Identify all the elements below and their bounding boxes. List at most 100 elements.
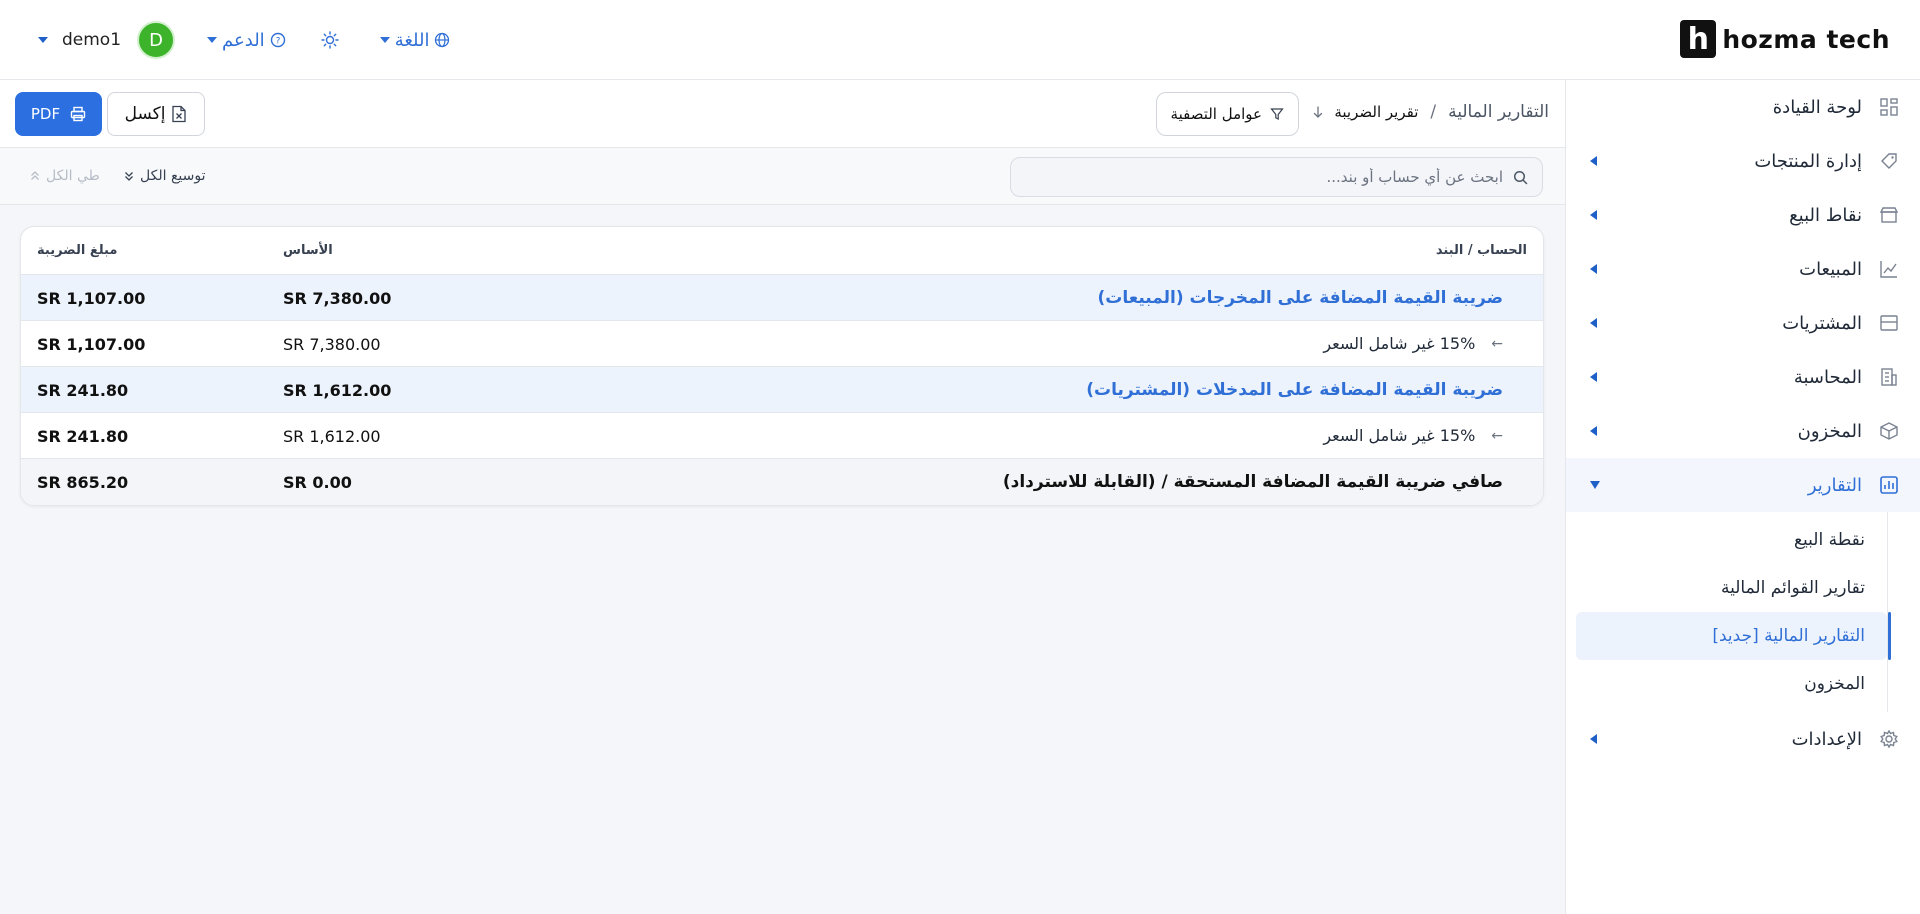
printer-icon (70, 106, 86, 122)
table-row[interactable]: ← 15% غير شامل السعر SR 1,612.00 SR 241.… (21, 413, 1543, 459)
breadcrumb-current: تقرير الضريبة (1334, 103, 1419, 121)
logo-text: hozma tech (1722, 24, 1890, 54)
chart-line-icon (1878, 258, 1900, 280)
sidebar-item-label: الإعدادات (1791, 728, 1862, 750)
cell-tax: SR 241.80 (37, 381, 129, 400)
main-content: التقارير المالية / تقرير الضريبة عوامل ا… (0, 80, 1565, 914)
help-icon: ? (270, 32, 285, 48)
sidebar-item-inventory[interactable]: المخزون (1566, 404, 1920, 458)
sidebar-item-label: المشتريات (1782, 312, 1862, 334)
arrow-left-icon: ← (1491, 427, 1503, 444)
sidebar-item-label: المبيعات (1799, 258, 1862, 280)
search-row: توسيع الكل طي الكل (0, 148, 1565, 205)
inbox-icon (1878, 312, 1900, 334)
filters-button[interactable]: عوامل التصفية (1155, 92, 1299, 136)
user-menu-caret-icon[interactable] (38, 37, 48, 43)
cell-tax: SR 241.80 (37, 427, 129, 446)
support-menu[interactable]: الدعم ? (207, 30, 286, 51)
chevron-down-icon (379, 37, 390, 43)
sidebar-item-purchases[interactable]: المشتريات (1566, 296, 1920, 350)
username[interactable]: demo1 (62, 30, 121, 50)
sidebar-item-accounting[interactable]: المحاسبة (1566, 350, 1920, 404)
arrow-down-icon (1314, 106, 1323, 118)
dashboard-icon (1878, 96, 1900, 118)
sidebar-item-label: التقارير (1807, 474, 1862, 496)
tag-icon (1878, 150, 1900, 172)
submenu-item-financial-reports-new[interactable]: التقارير المالية [جديد] (1576, 612, 1891, 660)
reports-submenu: نقطة البيع تقارير القوائم المالية التقار… (1566, 512, 1891, 712)
gear-icon (1878, 728, 1900, 750)
search-box[interactable] (1010, 157, 1543, 197)
arrow-left-icon: ← (1491, 335, 1503, 352)
chevrons-up-icon (31, 171, 39, 180)
expand-all-button[interactable]: توسيع الكل (124, 168, 205, 184)
filter-icon (1270, 108, 1284, 120)
search-icon (1513, 170, 1528, 184)
theme-toggle-sun-icon[interactable] (320, 30, 340, 50)
table-row-group[interactable]: ضريبة القيمة المضافة على المخرجات (المبي… (21, 275, 1543, 321)
globe-icon (435, 32, 450, 48)
chevron-left-icon (1590, 318, 1597, 328)
chevron-left-icon (1590, 264, 1597, 274)
cell-base: SR 7,380.00 (283, 335, 381, 354)
breadcrumb: التقارير المالية / تقرير الضريبة (1312, 102, 1549, 122)
sidebar-item-pos[interactable]: نقاط البيع (1566, 188, 1920, 242)
cell-account-label: 15% غير شامل السعر (1323, 334, 1476, 353)
submenu-item-inventory-report[interactable]: المخزون (1576, 660, 1887, 708)
chevron-left-icon (1590, 372, 1597, 382)
sidebar-item-settings[interactable]: الإعدادات (1566, 712, 1920, 766)
sidebar-item-dashboard[interactable]: لوحة القيادة (1566, 80, 1920, 134)
collapse-all-button[interactable]: طي الكل (30, 168, 100, 184)
cell-tax: SR 865.20 (37, 473, 129, 492)
submenu-item-financial-statements[interactable]: تقارير القوائم المالية (1576, 564, 1887, 612)
pdf-label: PDF (30, 105, 61, 123)
excel-label: إكسل (124, 104, 166, 124)
export-excel-button[interactable]: إكسل (107, 92, 205, 136)
tax-report-table: الحساب / البند الأساس مبلغ الضريبة ضريبة… (20, 226, 1544, 506)
avatar[interactable]: D (137, 21, 176, 59)
chevron-down-icon (1590, 481, 1600, 489)
search-input[interactable] (1043, 168, 1503, 186)
table-row-group[interactable]: ضريبة القيمة المضافة على المدخلات (المشت… (21, 367, 1543, 413)
export-pdf-button[interactable]: PDF (15, 92, 102, 136)
column-header-tax[interactable]: مبلغ الضريبة (37, 243, 117, 258)
store-icon (1878, 204, 1900, 226)
column-header-base[interactable]: الأساس (283, 243, 333, 258)
language-menu[interactable]: اللغة (379, 29, 451, 51)
sidebar-item-label: إدارة المنتجات (1754, 150, 1862, 172)
cell-base: SR 1,612.00 (283, 427, 381, 446)
top-header: h hozma tech demo1 D الدعم ? اللغة (0, 0, 1920, 80)
support-label: الدعم (222, 29, 265, 51)
cell-base: SR 7,380.00 (283, 289, 392, 308)
breadcrumb-parent[interactable]: التقارير المالية (1448, 102, 1549, 122)
svg-text:?: ? (275, 37, 280, 47)
expand-all-label: توسيع الكل (140, 168, 206, 184)
language-label: اللغة (394, 29, 430, 51)
report-selector[interactable]: تقرير الضريبة (1312, 103, 1418, 121)
cell-base: SR 1,612.00 (283, 381, 392, 400)
table-row[interactable]: ← 15% غير شامل السعر SR 7,380.00 SR 1,10… (21, 321, 1543, 367)
box-icon (1878, 420, 1900, 442)
table-row-total: صافي ضريبة القيمة المضافة المستحقة / (ال… (21, 459, 1543, 505)
report-icon (1878, 474, 1900, 496)
cell-account-item: ← 15% غير شامل السعر (1323, 334, 1503, 353)
sidebar-item-products[interactable]: إدارة المنتجات (1566, 134, 1920, 188)
chevrons-down-icon (125, 172, 133, 181)
submenu-item-pos-report[interactable]: نقطة البيع (1576, 516, 1887, 564)
chevron-left-icon (1590, 426, 1597, 436)
brand-logo[interactable]: h hozma tech (1680, 20, 1890, 58)
cell-account: ضريبة القيمة المضافة على المدخلات (المشت… (1086, 380, 1503, 400)
collapse-all-label: طي الكل (46, 168, 100, 184)
sidebar-item-label: المحاسبة (1793, 366, 1862, 388)
logo-mark: h (1680, 20, 1717, 58)
cell-tax: SR 1,107.00 (37, 289, 146, 308)
report-toolbar: التقارير المالية / تقرير الضريبة عوامل ا… (0, 80, 1565, 148)
column-header-account[interactable]: الحساب / البند (1436, 243, 1527, 258)
building-icon (1878, 366, 1900, 388)
sidebar-item-sales[interactable]: المبيعات (1566, 242, 1920, 296)
chevron-left-icon (1590, 156, 1597, 166)
sidebar-item-label: نقاط البيع (1789, 204, 1862, 226)
sidebar-item-reports[interactable]: التقارير (1566, 458, 1920, 512)
cell-account: ضريبة القيمة المضافة على المخرجات (المبي… (1097, 288, 1504, 308)
filters-label: عوامل التصفية (1170, 105, 1262, 123)
